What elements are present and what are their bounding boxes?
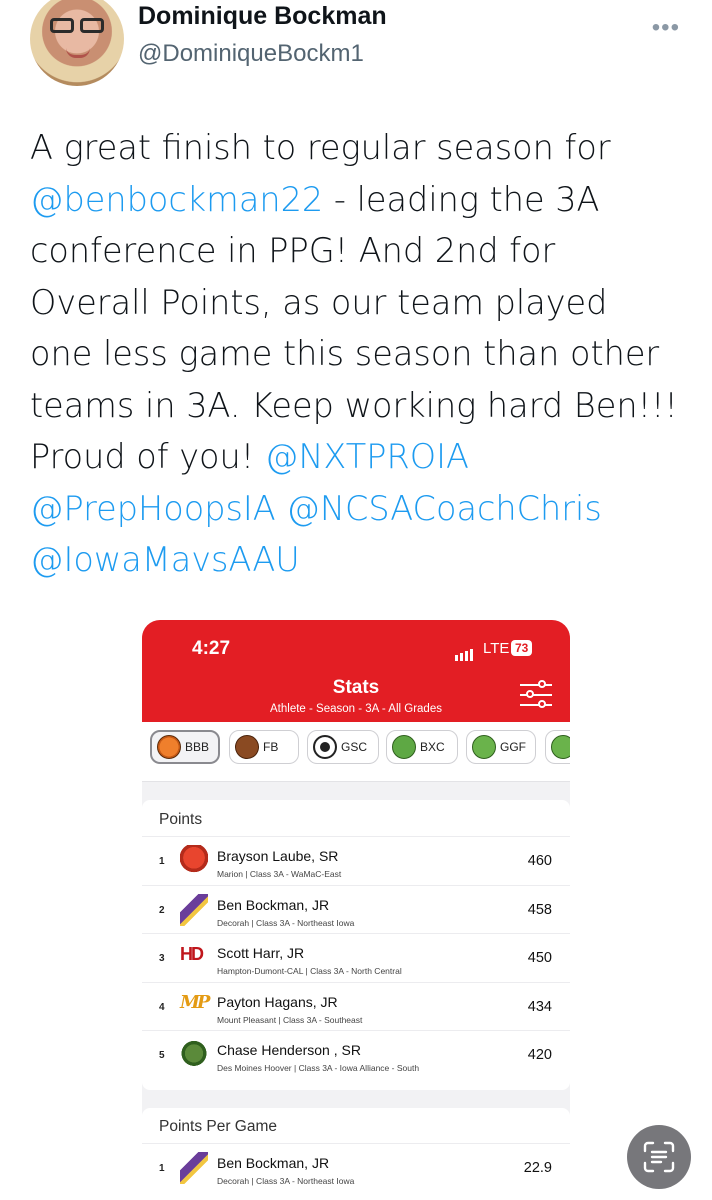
- logo-text: HD: [180, 944, 204, 964]
- athlete-row[interactable]: 2 Ben Bockman, JR Decorah | Class 3A - Nor…: [142, 884, 570, 933]
- signal-icon: [455, 643, 475, 661]
- network-label: LTE: [483, 640, 510, 657]
- athlete-name: Ben Bockman, JR: [217, 1155, 330, 1171]
- golf-icon: [472, 735, 496, 759]
- athlete-meta: Decorah | Class 3A - Northeast Iowa: [217, 917, 355, 928]
- stat-value: 420: [527, 1047, 552, 1063]
- sport-tab-label: GSC: [341, 740, 368, 754]
- sport-tab-label: GGF: [500, 740, 526, 754]
- football-icon: [230, 730, 264, 764]
- soccer-ball-icon: [313, 735, 337, 759]
- sport-tab-bxc[interactable]: BXC: [386, 730, 458, 764]
- golf-icon: [551, 735, 570, 759]
- athlete-row[interactable]: HD 3 Scott Harr, JR Hampton-Dumont-CAL | Cl…: [142, 933, 570, 981]
- viking-logo: [180, 1152, 208, 1184]
- attached-image[interactable]: 4:27 LTE 73 Stats Athlete - Season - 3A …: [142, 620, 570, 1200]
- athlete-meta: Des Moines Hoover | Class 3A - Iowa Alli…: [217, 1063, 420, 1073]
- app-subtitle: Athlete - Season - 3A - All Grades: [270, 703, 442, 715]
- athlete-row[interactable]: 1 Ben Bockman, JR Decorah | Class 3A - Nor…: [142, 1143, 570, 1191]
- sport-tab-bbb[interactable]: BBB: [150, 730, 220, 764]
- hd-logo: HD: [180, 944, 208, 976]
- sport-tab-label: FB: [263, 740, 279, 754]
- mention-link[interactable]: @IowaMavsAAU: [30, 540, 300, 579]
- sport-tab-label: BBB: [185, 740, 210, 754]
- athlete-meta: Marion | Class 3A - WaMaC-East: [217, 869, 342, 879]
- tweet-text: A great finish to regular season for @be…: [30, 122, 680, 586]
- athlete-row[interactable]: 5 Chase Henderson , SR Des Moines Hoover |…: [142, 1030, 570, 1078]
- sport-tabs: BBB FB GSC BXC GGF: [142, 722, 570, 782]
- stat-value: 458: [527, 901, 552, 918]
- points-card-title: Points: [159, 811, 203, 828]
- mention-link[interactable]: @NXTPROIA: [265, 437, 469, 476]
- sport-tab-gsc[interactable]: GSC: [307, 730, 379, 764]
- ppg-card: Points Per Game 1 Ben Bockman, JR Decorah …: [142, 1108, 570, 1200]
- athlete-name: Payton Hagans, JR: [217, 993, 338, 1010]
- battery-icon: 73: [511, 640, 533, 656]
- fox-logo: [180, 845, 208, 877]
- basketball-icon: [157, 735, 181, 759]
- more-horizontal-icon[interactable]: •••: [652, 14, 680, 42]
- mention-link[interactable]: @benbockman22: [30, 180, 323, 219]
- stat-value: 434: [527, 998, 552, 1015]
- tweet-text-segment: [276, 489, 287, 528]
- rank-number: 4: [159, 1001, 165, 1013]
- athlete-meta: Mount Pleasant | Class 3A - Southeast: [217, 1014, 363, 1025]
- athlete-row[interactable]: 1 Brayson Laube, SR Marion | Class 3A - Wa…: [142, 836, 570, 884]
- author-handle[interactable]: @DominiqueBockm1: [138, 40, 364, 68]
- rank-number: 1: [159, 1163, 165, 1174]
- viking-logo: [180, 893, 208, 926]
- app-header: 4:27 LTE 73 Stats Athlete - Season - 3A …: [142, 620, 570, 722]
- author-avatar[interactable]: [30, 0, 124, 86]
- athlete-meta: Decorah | Class 3A - Northeast Iowa: [217, 1176, 355, 1186]
- sport-tab-more[interactable]: [545, 730, 570, 764]
- status-time: 4:27: [192, 638, 231, 659]
- rank-number: 5: [159, 1050, 165, 1061]
- tweet-text-segment: A great finish to regular season for: [30, 128, 611, 167]
- stat-value: 450: [527, 950, 552, 966]
- filter-sliders-icon[interactable]: [520, 679, 552, 711]
- mp-logo: MP: [180, 991, 211, 1024]
- rank-number: 1: [159, 856, 165, 867]
- husky-logo: [180, 1039, 208, 1071]
- rank-number: 2: [159, 904, 165, 916]
- scan-text-icon: [643, 1141, 675, 1173]
- sport-tab-ggf[interactable]: GGF: [466, 730, 536, 764]
- athlete-meta: Hampton-Dumont-CAL | Class 3A - North Ce…: [217, 966, 402, 976]
- points-card: Points 1 Brayson Laube, SR Marion | Class …: [142, 800, 570, 1090]
- athlete-row[interactable]: MP 4 Payton Hagans, JR Mount Pleasant | Cla…: [142, 981, 570, 1030]
- scan-text-button[interactable]: [627, 1125, 691, 1189]
- app-title: Stats: [332, 677, 380, 698]
- sport-tab-label: BXC: [420, 740, 445, 754]
- tweet-text-segment: - leading the 3A conference in PPG! And …: [30, 179, 678, 477]
- author-display-name[interactable]: Dominique Bockman: [138, 2, 387, 31]
- mention-link[interactable]: @PrepHoopsIA: [30, 489, 276, 528]
- athlete-name: Chase Henderson , SR: [217, 1042, 361, 1058]
- sport-tab-fb[interactable]: FB: [229, 730, 299, 764]
- stat-value: 460: [527, 853, 552, 869]
- logo-text: MP: [180, 991, 211, 1013]
- athlete-name: Scott Harr, JR: [217, 945, 305, 961]
- cross-country-icon: [392, 735, 416, 759]
- stat-value: 22.9: [523, 1160, 552, 1176]
- ppg-card-title: Points Per Game: [159, 1118, 278, 1135]
- athlete-name: Ben Bockman, JR: [217, 896, 330, 913]
- mention-link[interactable]: @NCSACoachChris: [286, 489, 601, 528]
- rank-number: 3: [159, 953, 165, 964]
- athlete-name: Brayson Laube, SR: [217, 848, 339, 864]
